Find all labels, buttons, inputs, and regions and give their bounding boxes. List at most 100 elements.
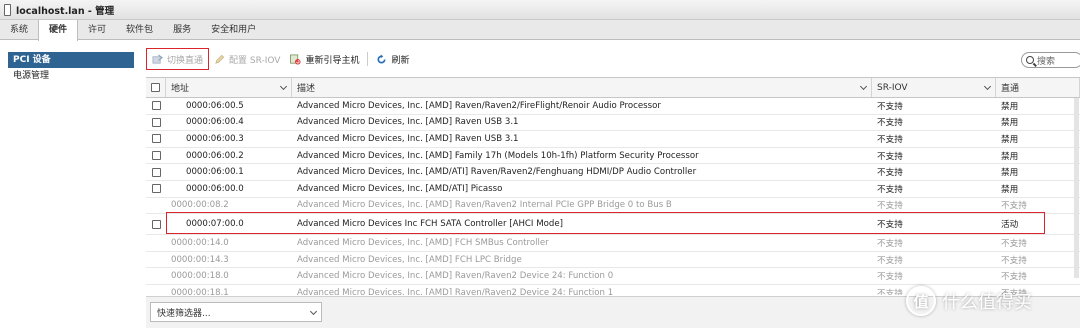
row-checkbox[interactable] bbox=[151, 117, 161, 127]
row-checkbox-cell bbox=[146, 268, 166, 284]
quick-filter-select[interactable]: 快速筛选器... bbox=[150, 302, 322, 322]
address-cell: 0000:06:00.5 bbox=[186, 100, 244, 111]
table-row[interactable]: 0000:00:14.3 Advanced Micro Devices, Inc… bbox=[146, 252, 1080, 269]
column-header-address[interactable]: 地址 bbox=[166, 78, 292, 97]
pci-device-table: 地址 描述 SR-IOV 直通 0000:06:00.5 Advanced Mi… bbox=[146, 77, 1080, 295]
sriov-cell: 不支持 bbox=[877, 101, 903, 112]
table-row[interactable]: 0000:06:00.2 Advanced Micro Devices, Inc… bbox=[146, 148, 1080, 165]
address-cell: 0000:00:18.0 bbox=[171, 271, 229, 282]
table-row[interactable]: 0000:06:00.4 Advanced Micro Devices, Inc… bbox=[146, 115, 1080, 132]
row-checkbox[interactable] bbox=[151, 167, 161, 177]
column-header-passthrough[interactable]: 直通 bbox=[996, 78, 1080, 97]
sriov-cell: 不支持 bbox=[877, 118, 903, 129]
table-row[interactable]: 0000:06:00.1 Advanced Micro Devices, Inc… bbox=[146, 164, 1080, 181]
row-checkbox-cell bbox=[146, 181, 166, 197]
tab-services[interactable]: 服务 bbox=[163, 20, 201, 40]
chevron-down-icon[interactable] bbox=[859, 82, 868, 91]
toolbar: 切换直通 配置 SR-IOV 重新引导主机 刷新 bbox=[146, 47, 1080, 71]
sidebar-item-power-management[interactable]: 电源管理 bbox=[8, 68, 134, 84]
passthrough-cell: 禁用 bbox=[1001, 168, 1019, 179]
table-scrollbar[interactable] bbox=[1074, 98, 1079, 278]
row-checkbox[interactable] bbox=[151, 151, 161, 161]
description-cell: Advanced Micro Devices, Inc. [AMD] Raven… bbox=[297, 133, 519, 144]
sriov-cell: 不支持 bbox=[877, 151, 903, 162]
row-checkbox-cell bbox=[146, 252, 166, 268]
quick-filter-label: 快速筛选器... bbox=[157, 308, 211, 319]
description-cell: Advanced Micro Devices, Inc. [AMD] Raven… bbox=[297, 100, 661, 111]
column-header-address-label: 地址 bbox=[171, 84, 190, 94]
row-checkbox-cell bbox=[146, 148, 166, 164]
search-input[interactable]: 搜索 bbox=[1021, 52, 1080, 68]
passthrough-cell: 不支持 bbox=[1001, 255, 1027, 266]
table-row[interactable]: 0000:06:00.0 Advanced Micro Devices, Inc… bbox=[146, 181, 1080, 198]
watermark-logo-icon: 值 bbox=[906, 286, 936, 316]
row-checkbox[interactable] bbox=[151, 134, 161, 144]
sriov-cell: 不支持 bbox=[877, 255, 903, 266]
passthrough-cell: 不支持 bbox=[1001, 238, 1027, 249]
window-title: localhost.lan - 管理 bbox=[16, 5, 115, 17]
sidebar-item-pci-devices[interactable]: PCI 设备 bbox=[8, 52, 134, 68]
pencil-icon bbox=[215, 54, 225, 64]
tab-licensing[interactable]: 许可 bbox=[78, 20, 116, 40]
address-cell: 0000:06:00.3 bbox=[186, 133, 244, 144]
select-all-checkbox[interactable] bbox=[151, 83, 160, 92]
chevron-down-icon[interactable] bbox=[279, 82, 288, 91]
address-cell: 0000:06:00.0 bbox=[186, 183, 244, 194]
table-row[interactable]: 0000:00:18.0 Advanced Micro Devices, Inc… bbox=[146, 268, 1080, 285]
reboot-host-button[interactable]: 重新引导主机 bbox=[285, 48, 364, 70]
table-row[interactable]: 0000:00:14.0 Advanced Micro Devices, Inc… bbox=[146, 235, 1080, 252]
toolbar-separator bbox=[367, 52, 369, 66]
toggle-passthrough-button[interactable]: 切换直通 bbox=[146, 48, 210, 70]
address-cell: 0000:06:00.4 bbox=[186, 117, 244, 128]
description-cell: Advanced Micro Devices Inc FCH SATA Cont… bbox=[297, 219, 563, 230]
chevron-down-icon[interactable] bbox=[309, 307, 318, 316]
watermark: 值 什么值得买 bbox=[906, 286, 1032, 316]
reboot-host-icon bbox=[290, 54, 302, 65]
row-checkbox-cell bbox=[146, 285, 166, 295]
table-row[interactable]: 0000:06:00.5 Advanced Micro Devices, Inc… bbox=[146, 98, 1080, 115]
tab-system[interactable]: 系统 bbox=[0, 20, 38, 40]
description-cell: Advanced Micro Devices, Inc. [AMD] Raven… bbox=[297, 271, 614, 282]
passthrough-cell: 禁用 bbox=[1001, 118, 1019, 129]
window-titlebar: localhost.lan - 管理 bbox=[0, 0, 1080, 20]
column-header-sriov[interactable]: SR-IOV bbox=[872, 78, 996, 97]
table-row[interactable]: 0000:00:08.2 Advanced Micro Devices, Inc… bbox=[146, 198, 1080, 215]
row-checkbox[interactable] bbox=[151, 184, 161, 194]
passthrough-cell: 活动 bbox=[1001, 220, 1019, 231]
passthrough-cell: 禁用 bbox=[1001, 101, 1019, 112]
search-icon bbox=[1026, 56, 1034, 64]
tab-hardware[interactable]: 硬件 bbox=[38, 20, 79, 41]
row-checkbox[interactable] bbox=[151, 219, 161, 229]
sriov-cell: 不支持 bbox=[877, 272, 903, 283]
address-cell: 0000:00:18.1 bbox=[171, 287, 229, 295]
toggle-passthrough-label: 切换直通 bbox=[167, 55, 204, 66]
row-checkbox-cell bbox=[146, 198, 166, 214]
tab-security-users[interactable]: 安全和用户 bbox=[201, 20, 266, 40]
table-row[interactable]: 0000:07:00.0 Advanced Micro Devices Inc … bbox=[146, 214, 1080, 236]
description-cell: Advanced Micro Devices, Inc. [AMD] Raven… bbox=[297, 287, 614, 295]
configure-sriov-label: 配置 SR-IOV bbox=[229, 55, 281, 66]
passthrough-cell: 禁用 bbox=[1001, 151, 1019, 162]
reboot-host-label: 重新引导主机 bbox=[305, 55, 360, 66]
sriov-cell: 不支持 bbox=[877, 184, 903, 195]
row-checkbox[interactable] bbox=[151, 101, 161, 111]
passthrough-cell: 禁用 bbox=[1001, 184, 1019, 195]
passthrough-icon bbox=[152, 53, 163, 64]
column-header-sriov-label: SR-IOV bbox=[877, 82, 908, 93]
chevron-down-icon[interactable] bbox=[983, 82, 992, 91]
configure-sriov-button[interactable]: 配置 SR-IOV bbox=[209, 48, 285, 70]
table-row[interactable]: 0000:06:00.3 Advanced Micro Devices, Inc… bbox=[146, 131, 1080, 148]
column-header-description[interactable]: 描述 bbox=[292, 78, 872, 97]
tab-packages[interactable]: 软件包 bbox=[116, 20, 163, 40]
refresh-button[interactable]: 刷新 bbox=[371, 48, 414, 70]
description-cell: Advanced Micro Devices, Inc. [AMD] Famil… bbox=[297, 150, 699, 161]
search-placeholder: 搜索 bbox=[1037, 56, 1056, 67]
watermark-text: 什么值得买 bbox=[942, 292, 1032, 313]
address-cell: 0000:06:00.1 bbox=[186, 167, 244, 178]
column-header-description-label: 描述 bbox=[297, 84, 316, 94]
address-cell: 0000:07:00.0 bbox=[186, 219, 244, 230]
description-cell: Advanced Micro Devices, Inc. [AMD] FCH L… bbox=[297, 254, 522, 265]
description-cell: Advanced Micro Devices, Inc. [AMD/ATI] P… bbox=[297, 183, 503, 194]
row-checkbox-cell bbox=[146, 115, 166, 131]
row-checkbox-cell bbox=[146, 235, 166, 251]
